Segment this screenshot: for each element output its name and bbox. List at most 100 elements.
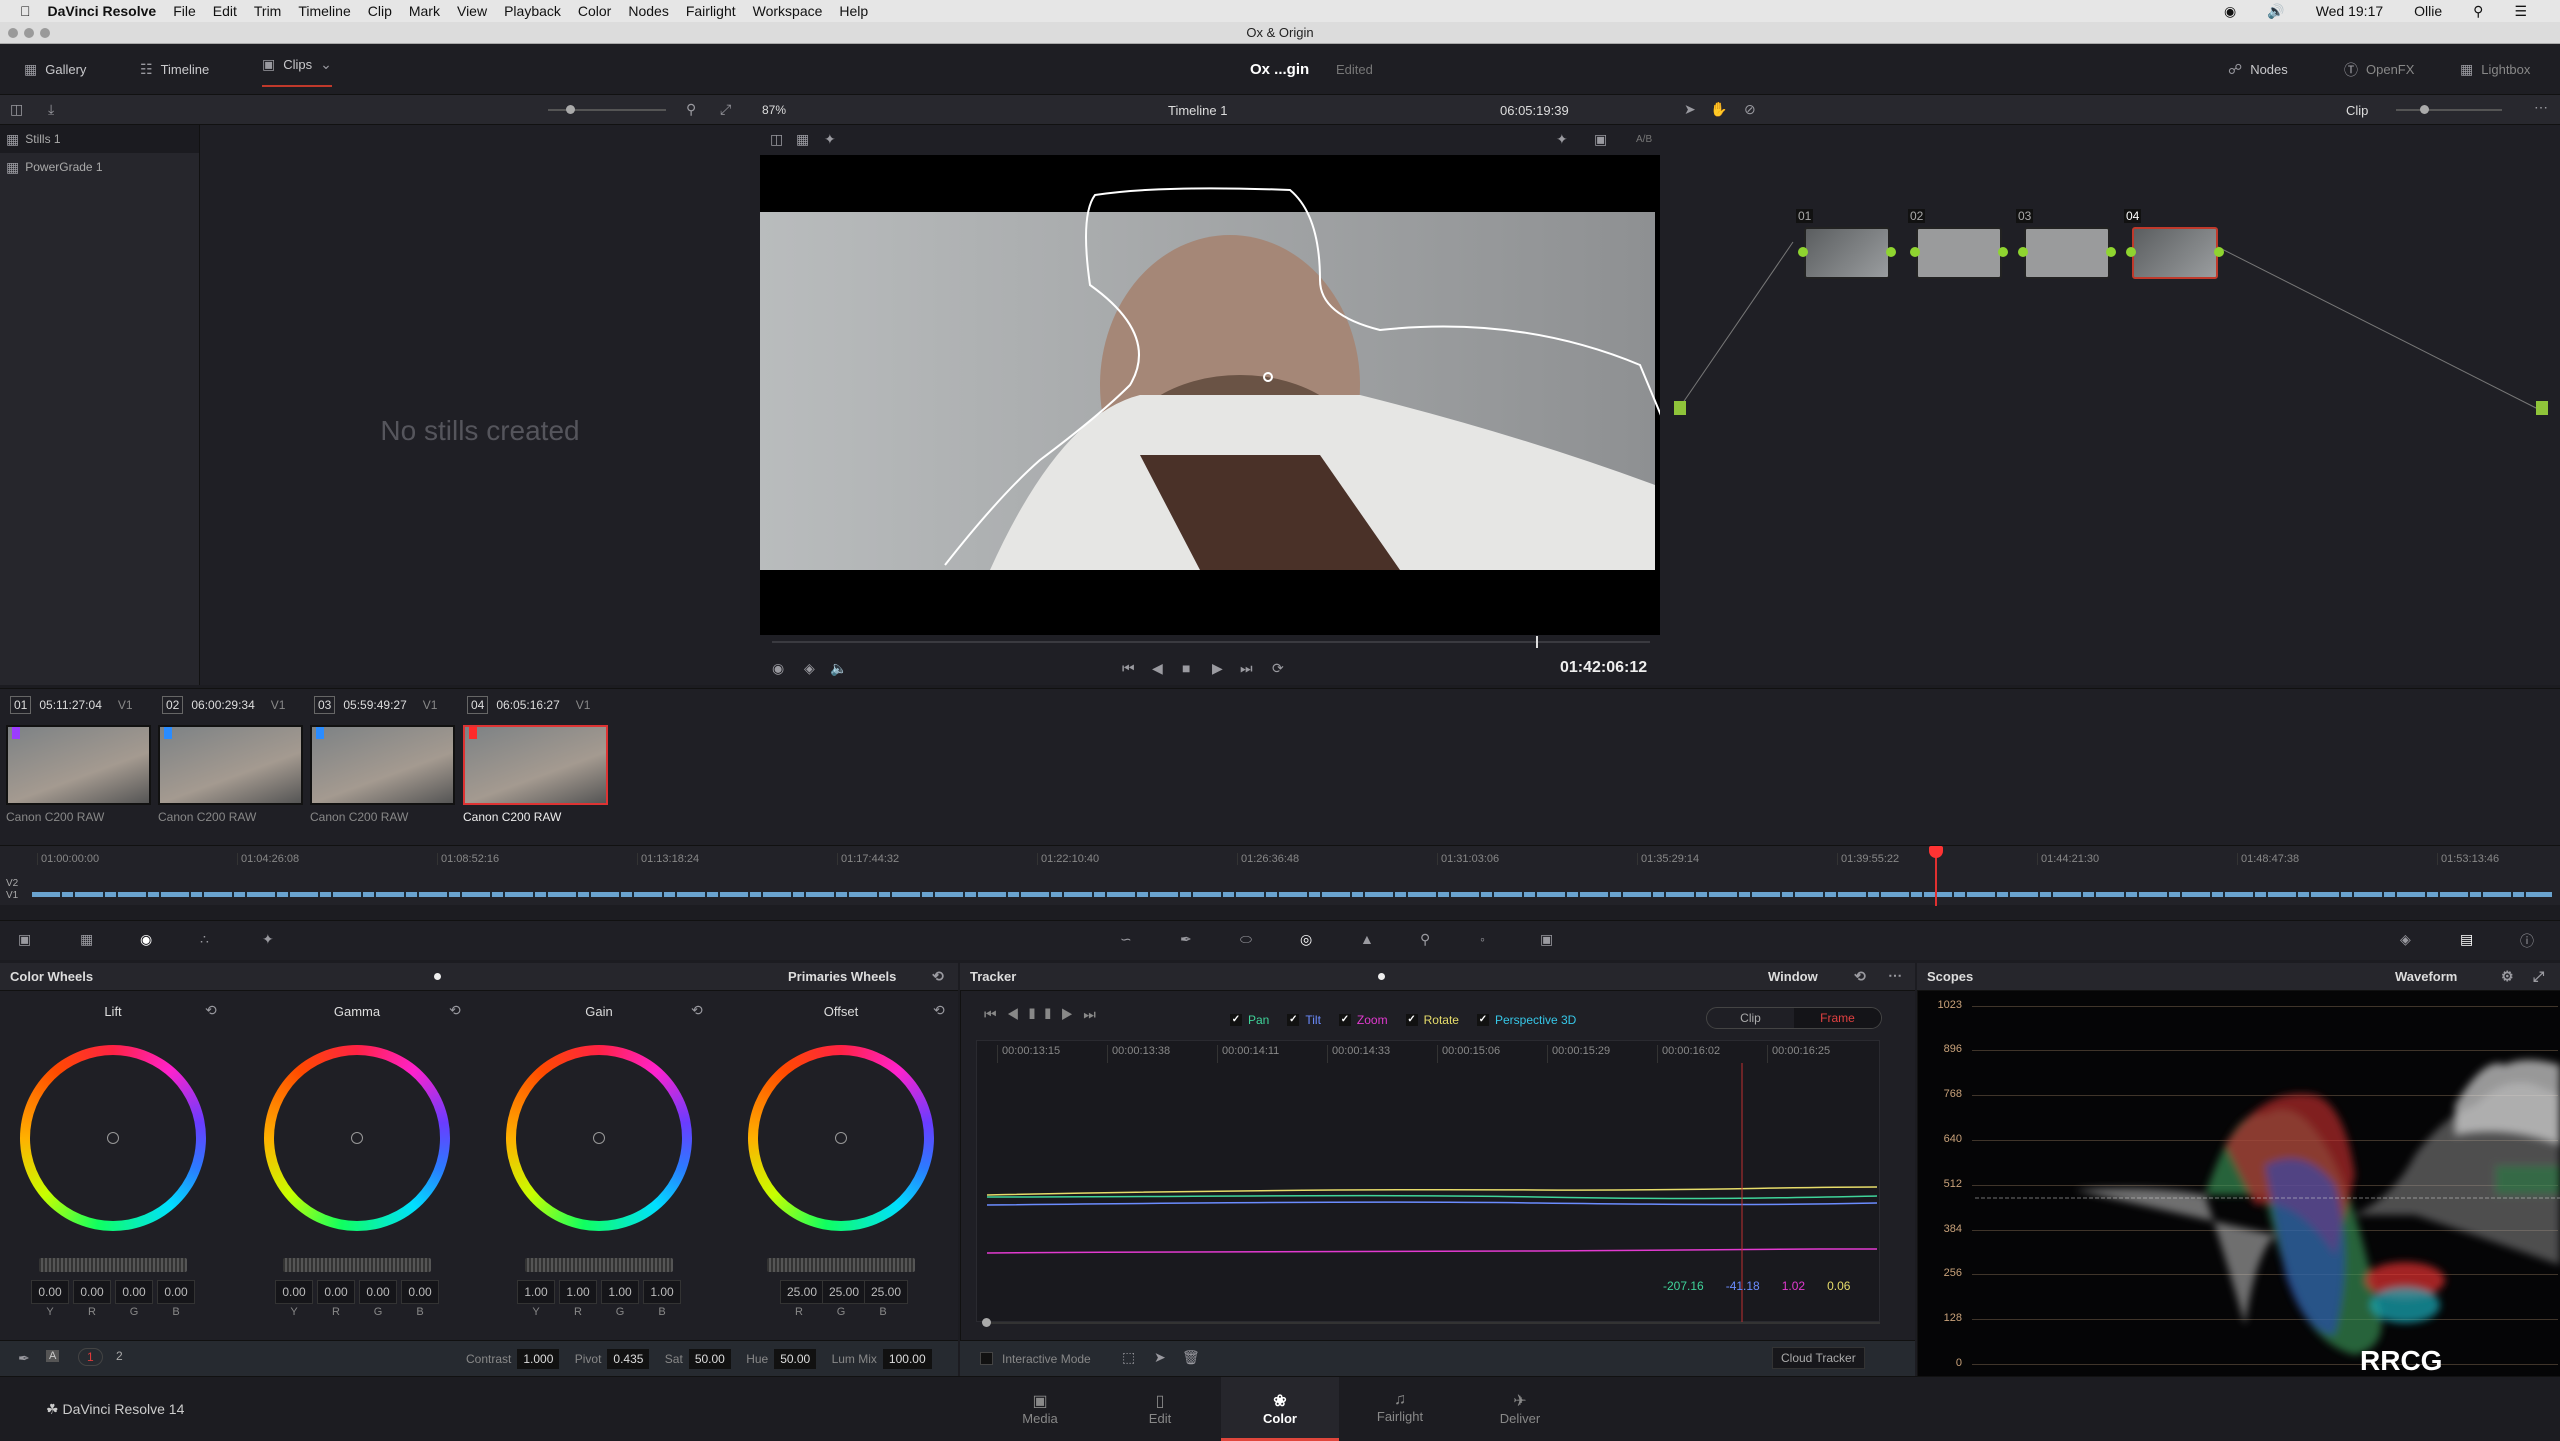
ab-label[interactable]: A/B	[1636, 134, 1652, 145]
wheel-value-field[interactable]: 0.00	[275, 1280, 313, 1304]
track-start-icon[interactable]: ⏮	[984, 1006, 1007, 1022]
node-output-dot[interactable]	[1998, 247, 2008, 257]
3d-icon[interactable]: ▣	[1540, 931, 1553, 948]
viewer-image[interactable]	[760, 155, 1660, 635]
wheel-value-field[interactable]: 1.00	[643, 1280, 681, 1304]
stop-icon[interactable]: ■	[1182, 660, 1190, 676]
master-wheel-jog[interactable]	[283, 1258, 431, 1272]
track-option-perspective-3d[interactable]: ✓ Perspective 3D	[1476, 1013, 1576, 1027]
cloud-tracker-select[interactable]: Cloud Tracker	[1772, 1347, 1865, 1369]
auto-balance-button[interactable]: A	[46, 1350, 60, 1362]
page-tab-deliver[interactable]: ✈ Deliver	[1461, 1377, 1579, 1441]
menu-file[interactable]: File	[173, 3, 196, 19]
track-option-pan[interactable]: ✓ Pan	[1230, 1013, 1269, 1027]
wheel-value-field[interactable]: 25.00	[864, 1280, 908, 1304]
audio-icon[interactable]: 🔈	[830, 660, 847, 677]
clock[interactable]: Wed 19:17	[2316, 3, 2383, 19]
page-tab-fairlight[interactable]: ♫ Fairlight	[1341, 1377, 1459, 1441]
viewer-scrubber[interactable]	[772, 636, 1650, 648]
album-stills-1[interactable]: ▦ Stills 1	[0, 125, 199, 153]
menu-workspace[interactable]: Workspace	[753, 3, 823, 19]
motion-effects-icon[interactable]: ✦	[262, 931, 274, 948]
contrast-field[interactable]: 1.000	[517, 1349, 560, 1369]
more-options-icon[interactable]: ⋯	[2534, 99, 2548, 116]
wheel-center-handle[interactable]	[835, 1132, 847, 1144]
window-icon[interactable]: ⬭	[1240, 931, 1252, 948]
wheel-value-field[interactable]: 0.00	[157, 1280, 195, 1304]
v1-clips-track[interactable]	[32, 892, 2552, 897]
node-input-dot[interactable]	[1798, 247, 1808, 257]
highlight-icon[interactable]: ✦	[1556, 131, 1568, 148]
track-option-rotate[interactable]: ✓ Rotate	[1405, 1013, 1459, 1027]
fit-icon[interactable]: ⤢	[720, 101, 731, 118]
skip-start-icon[interactable]: ⏮	[1122, 660, 1135, 677]
blur-icon[interactable]: ▲	[1360, 931, 1374, 947]
tracker-mode-select[interactable]: Window	[1768, 969, 1818, 984]
wheel-value-field[interactable]: 0.00	[359, 1280, 397, 1304]
wheel-reset-icon[interactable]: ⟲	[691, 1002, 703, 1019]
hue-field[interactable]: 50.00	[774, 1349, 817, 1369]
node-input-dot[interactable]	[2018, 247, 2028, 257]
delete-points-icon[interactable]: 🗑	[1182, 1349, 1200, 1366]
checkbox-checked-icon[interactable]: ✓	[1405, 1014, 1418, 1026]
wheel-reset-icon[interactable]: ⟲	[205, 1002, 217, 1019]
wheel-value-field[interactable]: 0.00	[73, 1280, 111, 1304]
openfx-button[interactable]: Ⓣ OpenFX	[2344, 44, 2414, 95]
clip-thumbnail[interactable]	[310, 725, 455, 805]
menu-mark[interactable]: Mark	[409, 3, 440, 19]
wheel-value-field[interactable]: 0.00	[115, 1280, 153, 1304]
clip-thumbnail[interactable]	[6, 725, 151, 805]
track-option-zoom[interactable]: ✓ Zoom	[1338, 1013, 1388, 1027]
node-output-dot[interactable]	[2106, 247, 2116, 257]
menu-trim[interactable]: Trim	[254, 3, 281, 19]
scope-type-select[interactable]: Waveform	[2395, 969, 2457, 984]
sidebar-toggle-icon[interactable]: ◫	[10, 101, 23, 118]
node-02[interactable]	[1916, 227, 2002, 279]
wheels-mode-select[interactable]: Primaries Wheels	[788, 969, 896, 984]
info-icon[interactable]: ⓘ	[2520, 931, 2534, 951]
page-tab-media[interactable]: ▣ Media	[981, 1377, 1099, 1441]
wheel-reset-icon[interactable]: ⟲	[933, 1002, 945, 1019]
pivot-field[interactable]: 0.435	[607, 1349, 650, 1369]
wheel-center-handle[interactable]	[351, 1132, 363, 1144]
frame-mode-button[interactable]: Frame	[1794, 1008, 1881, 1028]
scopes-icon[interactable]: ▤	[2460, 931, 2473, 948]
page-2-button[interactable]: 2	[110, 1348, 129, 1364]
tracker-icon[interactable]: ◎	[1300, 931, 1312, 948]
node-input-dot[interactable]	[2126, 247, 2136, 257]
magic-wand-icon[interactable]: ✦	[824, 131, 836, 148]
track-end-icon[interactable]: ⏭	[1083, 1006, 1106, 1022]
checkbox-checked-icon[interactable]: ✓	[1230, 1014, 1242, 1026]
page-dot[interactable]	[434, 973, 441, 980]
wifi-icon[interactable]: ◉	[2224, 3, 2236, 20]
pause-icon[interactable]: ❚❚	[1029, 1006, 1061, 1022]
interactive-mode-checkbox[interactable]	[980, 1352, 993, 1365]
menu-view[interactable]: View	[457, 3, 487, 19]
keyframes-icon[interactable]: ◈	[2400, 931, 2411, 948]
master-wheel-jog[interactable]	[767, 1258, 915, 1272]
spotlight-icon[interactable]: ⚲	[2473, 3, 2483, 20]
node-04[interactable]	[2132, 227, 2218, 279]
sat-field[interactable]: 50.00	[688, 1349, 731, 1369]
album-powergrade-1[interactable]: ▦ PowerGrade 1	[0, 153, 199, 181]
lightbox-button[interactable]: ▦ Lightbox	[2460, 44, 2530, 95]
node-input[interactable]	[1674, 401, 1686, 415]
track-reverse-icon[interactable]: ◀	[1007, 1006, 1030, 1022]
pointer-icon[interactable]: ➤	[1684, 101, 1696, 118]
wheel-reset-icon[interactable]: ⟲	[449, 1002, 461, 1019]
qualifier-icon[interactable]: ✒	[1180, 931, 1192, 948]
mini-timeline[interactable]: 01:00:00:00 01:04:26:08 01:08:52:16 01:13:1…	[0, 845, 2560, 906]
node-03[interactable]	[2024, 227, 2110, 279]
wheel-center-handle[interactable]	[107, 1132, 119, 1144]
wheel-value-field[interactable]: 0.00	[317, 1280, 355, 1304]
user-name[interactable]: Ollie	[2414, 3, 2442, 19]
scope-settings-icon[interactable]: ⚙	[2501, 968, 2514, 985]
menu-playback[interactable]: Playback	[504, 3, 561, 19]
checkbox-checked-icon[interactable]: ✓	[1287, 1014, 1300, 1026]
tracker-graph[interactable]: 00:00:13:15 00:00:13:38 00:00:14:11 00:00:1…	[976, 1040, 1880, 1323]
skip-end-icon[interactable]: ⏭	[1240, 660, 1253, 677]
clips-button[interactable]: ▣ Clips ⌄	[262, 44, 332, 87]
reset-icon[interactable]: ⟲	[932, 968, 944, 985]
split-view-icon[interactable]: ◫	[770, 131, 783, 148]
master-wheel-jog[interactable]	[39, 1258, 187, 1272]
